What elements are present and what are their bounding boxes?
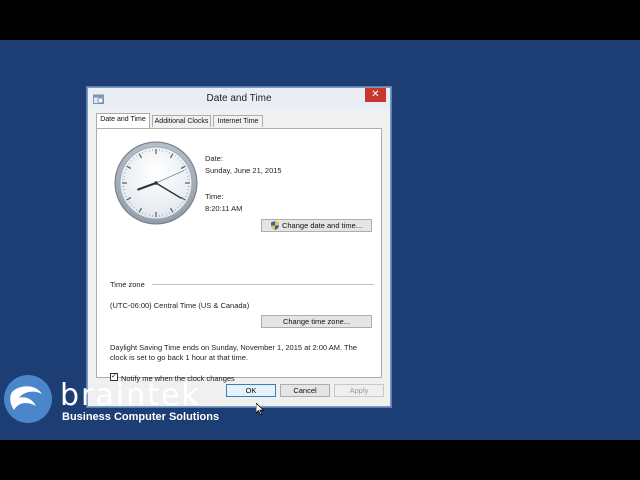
ok-button[interactable]: OK bbox=[226, 384, 276, 397]
dst-notice-line1: Daylight Saving Time ends on Sunday, Nov… bbox=[110, 343, 357, 352]
mouse-cursor-icon bbox=[256, 403, 264, 415]
title-bar[interactable]: Date and Time ✕ bbox=[88, 88, 390, 110]
tab-label: Date and Time bbox=[100, 116, 146, 123]
brand-name: braintek bbox=[60, 378, 201, 413]
tab-additional-clocks[interactable]: Additional Clocks bbox=[152, 115, 211, 127]
brand-tagline: Business Computer Solutions bbox=[62, 411, 220, 423]
apply-button[interactable]: Apply bbox=[334, 384, 384, 397]
analog-clock-icon bbox=[114, 141, 198, 225]
tab-date-and-time[interactable]: Date and Time bbox=[96, 113, 150, 128]
window-title: Date and Time bbox=[206, 93, 272, 104]
close-button[interactable]: ✕ bbox=[365, 88, 386, 102]
date-value: Sunday, June 21, 2015 bbox=[205, 166, 282, 175]
divider bbox=[152, 284, 374, 285]
tab-label: Internet Time bbox=[217, 118, 259, 125]
apply-label: Apply bbox=[349, 386, 369, 395]
change-date-time-button[interactable]: Change date and time... bbox=[261, 219, 372, 232]
change-time-zone-button[interactable]: Change time zone... bbox=[261, 315, 372, 328]
time-zone-value: (UTC-06:00) Central Time (US & Canada) bbox=[110, 301, 250, 310]
date-time-dialog: Date and Time ✕ Date and Time Additional… bbox=[87, 87, 391, 407]
dst-notice-line2: clock is set to go back 1 hour at that t… bbox=[110, 353, 248, 362]
tab-panel: Date: Sunday, June 21, 2015 Time: 8:20:1… bbox=[96, 128, 382, 383]
cancel-label: Cancel bbox=[293, 386, 317, 395]
cancel-button[interactable]: Cancel bbox=[280, 384, 330, 397]
time-value: 8:20:11 AM bbox=[205, 204, 243, 213]
tab-label: Additional Clocks bbox=[154, 118, 209, 125]
close-icon: ✕ bbox=[371, 89, 380, 100]
date-label: Date: bbox=[205, 154, 223, 163]
time-label: Time: bbox=[205, 192, 224, 201]
ok-label: OK bbox=[245, 386, 257, 395]
uac-shield-icon bbox=[270, 221, 279, 230]
time-zone-header: Time zone bbox=[110, 280, 145, 289]
change-date-time-label: Change date and time... bbox=[281, 221, 363, 230]
braintek-logo bbox=[4, 375, 52, 423]
tab-internet-time[interactable]: Internet Time bbox=[213, 115, 263, 127]
change-time-zone-label: Change time zone... bbox=[282, 317, 351, 326]
